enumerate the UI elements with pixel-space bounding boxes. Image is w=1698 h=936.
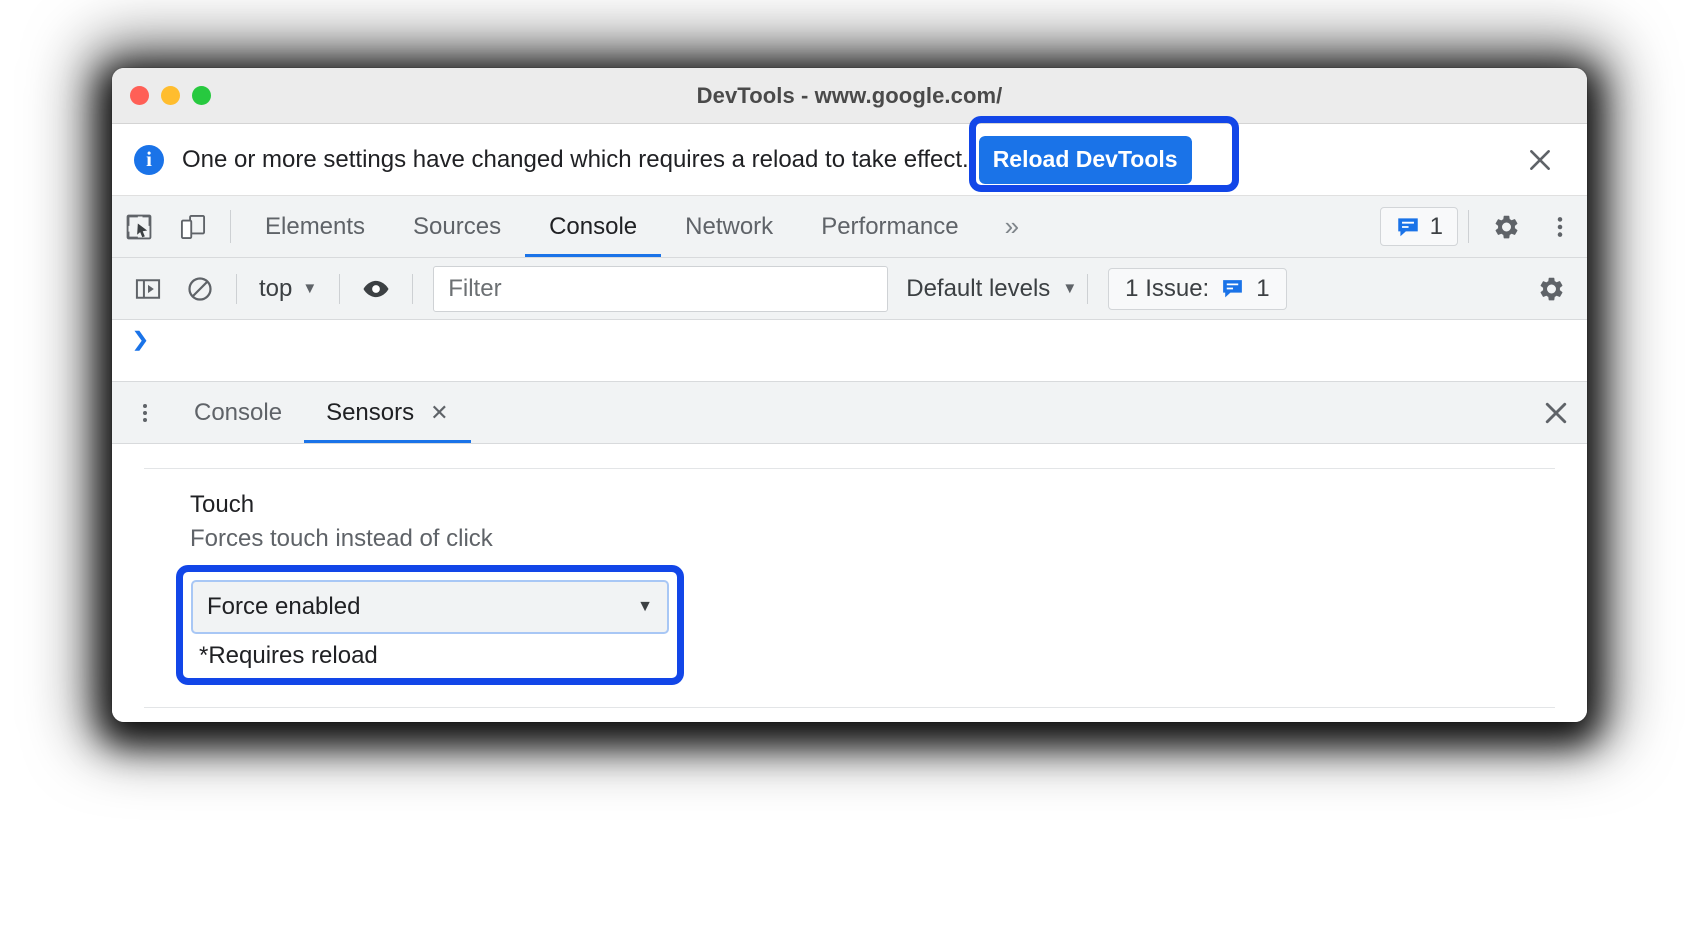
tab-elements[interactable]: Elements xyxy=(241,196,389,257)
chevron-down-icon-levels: ▼ xyxy=(1062,280,1078,297)
infobar-close-button[interactable] xyxy=(1523,143,1557,177)
reload-devtools-wrapper: Reload DevTools xyxy=(968,115,1239,192)
settings-changed-infobar: i One or more settings have changed whic… xyxy=(112,115,1587,196)
window-titlebar: DevTools - www.google.com/ xyxy=(112,68,1587,124)
tab-performance[interactable]: Performance xyxy=(797,196,982,257)
drawer-tab-sensors[interactable]: Sensors ✕ xyxy=(304,382,472,443)
info-icon: i xyxy=(134,144,164,175)
devtools-window: DevTools - www.google.com/ i One or more… xyxy=(112,68,1587,722)
tab-console-label: Console xyxy=(549,212,638,240)
tab-sources[interactable]: Sources xyxy=(389,196,525,257)
drawer-tab-sensors-label: Sensors xyxy=(326,398,415,426)
touch-requires-reload-note: *Requires reload xyxy=(199,642,378,669)
reload-devtools-button[interactable]: Reload DevTools xyxy=(975,132,1195,187)
console-toolbar-divider-4 xyxy=(1087,273,1089,304)
sensors-touch-section: Touch Forces touch instead of click Forc… xyxy=(112,469,1587,685)
tab-console[interactable]: Console xyxy=(525,196,662,257)
issue-message-icon xyxy=(1395,214,1421,240)
sensors-divider-bottom xyxy=(144,707,1555,708)
close-window-button[interactable] xyxy=(130,86,149,105)
log-level-selector[interactable]: Default levels ▼ xyxy=(906,275,1077,303)
tab-sources-label: Sources xyxy=(413,212,502,240)
kebab-menu-icon[interactable] xyxy=(1533,196,1587,257)
console-sidebar-icon[interactable] xyxy=(122,268,174,310)
window-title: DevTools - www.google.com/ xyxy=(696,82,1003,108)
device-toolbar-icon[interactable] xyxy=(166,196,220,257)
drawer-toolbar-spacer xyxy=(471,382,1525,443)
inspect-element-icon[interactable] xyxy=(112,196,166,257)
touch-select[interactable]: Force enabled ▼ xyxy=(191,580,669,634)
execution-context-value: top xyxy=(259,274,293,302)
touch-select-highlight-annotation: Force enabled ▼ *Requires reload xyxy=(176,565,684,685)
drawer-kebab-menu-icon[interactable] xyxy=(118,382,172,443)
drawer-tab-sensors-close-icon[interactable]: ✕ xyxy=(430,400,448,426)
drawer-tab-console-label: Console xyxy=(194,398,283,426)
screenshot-stage: DevTools - www.google.com/ i One or more… xyxy=(0,0,1698,936)
clear-console-icon[interactable] xyxy=(174,268,226,310)
console-filter-toolbar: top ▼ Default levels ▼ 1 Issue: xyxy=(112,258,1587,320)
filter-input[interactable] xyxy=(433,265,889,312)
infobar-message: One or more settings have changed which … xyxy=(182,145,969,173)
console-issues-count: 1 xyxy=(1256,274,1270,302)
log-level-label: Default levels xyxy=(906,274,1051,302)
window-controls xyxy=(130,86,211,105)
issues-counter-button[interactable]: 1 xyxy=(1379,207,1458,246)
drawer-close-button[interactable] xyxy=(1525,382,1587,443)
chevron-double-right-icon[interactable]: » xyxy=(983,196,1041,257)
console-toolbar-divider-1 xyxy=(236,273,237,304)
toolbar-divider xyxy=(230,210,231,243)
console-output-area[interactable]: ❯ xyxy=(112,320,1587,382)
tab-elements-label: Elements xyxy=(265,212,366,240)
drawer-toolbar: Console Sensors ✕ xyxy=(112,382,1587,444)
sensors-panel: Touch Forces touch instead of click Forc… xyxy=(112,444,1587,722)
devtools-main-toolbar: Elements Sources Console Network Perform… xyxy=(112,196,1587,258)
chevron-down-icon-touch: ▼ xyxy=(637,598,653,615)
tab-network-label: Network xyxy=(685,212,774,240)
console-prompt-arrow-icon: ❯ xyxy=(131,329,150,351)
console-toolbar-divider-2 xyxy=(339,273,341,304)
touch-select-value: Force enabled xyxy=(207,593,361,620)
tab-performance-label: Performance xyxy=(821,212,959,240)
execution-context-selector[interactable]: top ▼ xyxy=(247,275,329,303)
chevron-down-icon: ▼ xyxy=(302,280,318,297)
console-issues-label: 1 Issue: xyxy=(1125,274,1210,302)
gear-icon[interactable] xyxy=(1479,196,1533,257)
console-toolbar-divider-3 xyxy=(412,273,414,304)
touch-section-description: Forces touch instead of click xyxy=(190,525,493,552)
eye-icon[interactable] xyxy=(350,268,402,310)
issues-count: 1 xyxy=(1429,212,1443,240)
console-issues-button[interactable]: 1 Issue: 1 xyxy=(1108,267,1287,310)
tab-network[interactable]: Network xyxy=(661,196,797,257)
minimize-window-button[interactable] xyxy=(161,86,180,105)
issue-message-icon-small xyxy=(1220,276,1245,301)
console-settings-gear-icon[interactable] xyxy=(1525,268,1577,310)
touch-section-title: Touch xyxy=(190,491,255,518)
drawer-tab-console[interactable]: Console xyxy=(172,382,304,443)
zoom-window-button[interactable] xyxy=(192,86,211,105)
toolbar-divider-2 xyxy=(1468,210,1469,243)
